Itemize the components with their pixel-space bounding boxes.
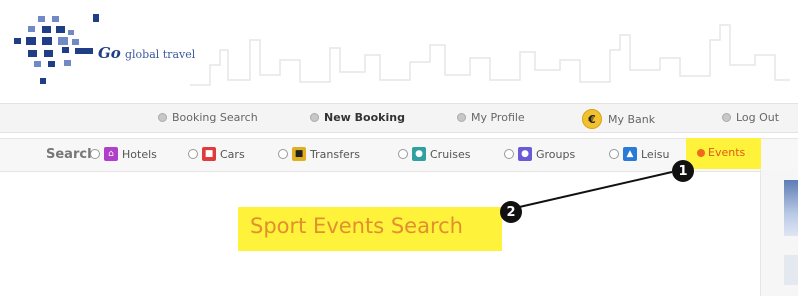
radio-button[interactable] <box>398 149 408 159</box>
radio-button-selected[interactable] <box>697 148 705 157</box>
callout-badge-2: 2 <box>500 201 522 223</box>
bullet-icon <box>310 113 319 122</box>
nav-label: My Bank <box>608 112 656 126</box>
radio-button[interactable] <box>609 149 619 159</box>
nav-booking-search[interactable]: Booking Search <box>158 111 258 124</box>
option-transfers[interactable]: ■ Transfers <box>278 147 360 161</box>
ship-icon: ● <box>412 147 426 161</box>
hotel-icon: ⌂ <box>104 147 118 161</box>
option-leisure[interactable]: ▲ Leisu <box>609 147 669 161</box>
option-label: Hotels <box>122 147 157 161</box>
search-label: Search <box>46 147 97 162</box>
nav-new-booking[interactable]: New Booking <box>310 111 405 124</box>
nav-label: New Booking <box>324 111 405 124</box>
option-label: Events <box>708 146 746 159</box>
bullet-icon <box>722 113 731 122</box>
bus-icon: ■ <box>292 147 306 161</box>
option-label: Cars <box>220 147 245 161</box>
option-events[interactable]: Events <box>697 146 745 159</box>
page-title: Sport Events Search <box>250 214 463 238</box>
nav-label: My Profile <box>471 111 525 124</box>
option-groups[interactable]: ● Groups <box>504 147 575 161</box>
side-banner-image-2 <box>784 255 798 285</box>
logo-rest: global travel <box>124 48 196 61</box>
option-label: Leisu <box>641 147 670 161</box>
option-label: Transfers <box>310 147 360 161</box>
callout-badge-1: 1 <box>672 160 694 182</box>
radio-button[interactable] <box>504 149 514 159</box>
side-banner-image <box>784 180 798 236</box>
leisure-icon: ▲ <box>623 147 637 161</box>
nav-log-out[interactable]: Log Out <box>722 111 779 124</box>
logo-go: Go <box>98 44 121 62</box>
radio-button[interactable] <box>278 149 288 159</box>
group-icon: ● <box>518 147 532 161</box>
option-hotels[interactable]: ⌂ Hotels <box>90 147 157 161</box>
radio-button[interactable] <box>90 149 100 159</box>
logo-text[interactable]: Go global travel <box>98 44 195 62</box>
option-cars[interactable]: ■ Cars <box>188 147 245 161</box>
top-navigation: Booking Search New Booking My Profile € … <box>0 103 798 133</box>
euro-icon: € <box>582 109 602 129</box>
nav-my-profile[interactable]: My Profile <box>457 111 525 124</box>
option-label: Groups <box>536 147 576 161</box>
radio-button[interactable] <box>188 149 198 159</box>
nav-my-bank[interactable]: € My Bank <box>582 109 655 129</box>
bullet-icon <box>158 113 167 122</box>
skyline-background <box>190 24 790 86</box>
car-icon: ■ <box>202 147 216 161</box>
option-cruises[interactable]: ● Cruises <box>398 147 470 161</box>
nav-label: Log Out <box>736 111 780 124</box>
bullet-icon <box>457 113 466 122</box>
nav-label: Booking Search <box>172 111 258 124</box>
option-label: Cruises <box>430 147 471 161</box>
header: Go global travel <box>0 0 798 100</box>
